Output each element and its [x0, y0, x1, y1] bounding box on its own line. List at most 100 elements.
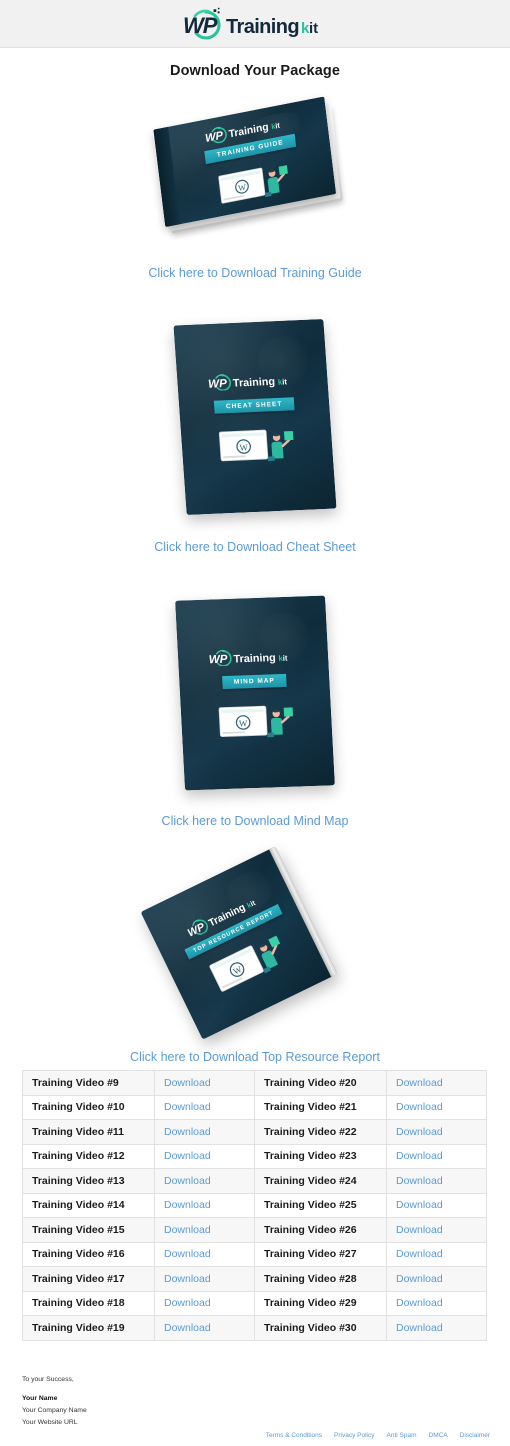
download-link[interactable]: Download — [396, 1248, 443, 1260]
svg-text:WP: WP — [185, 921, 207, 940]
video-title: Training Video #10 — [22, 1094, 155, 1120]
download-link[interactable]: Download — [396, 1126, 443, 1138]
video-download-cell: Download — [386, 1119, 487, 1145]
download-link[interactable]: Download — [164, 1175, 211, 1187]
download-link[interactable]: Download — [164, 1199, 211, 1211]
footer-link-disclaimer[interactable]: Disclaimer — [460, 1432, 490, 1439]
cover-logo: WP Training k it — [205, 369, 299, 392]
video-title: Training Video #19 — [22, 1315, 155, 1341]
video-download-cell: Download — [386, 1266, 487, 1292]
cover-badge: MIND MAP — [221, 673, 288, 689]
video-download-cell: Download — [386, 1241, 487, 1267]
download-link[interactable]: Download — [396, 1077, 443, 1089]
svg-text:Training: Training — [233, 652, 276, 665]
video-title: Training Video #13 — [22, 1168, 155, 1194]
download-link[interactable]: Download — [396, 1150, 443, 1162]
signature-greeting: To your Success, — [22, 1376, 74, 1383]
video-download-cell: Download — [154, 1217, 255, 1243]
video-title: Training Video #11 — [22, 1119, 155, 1145]
table-row: Training Video #14 Download Training Vid… — [22, 1192, 487, 1218]
video-download-cell: Download — [154, 1070, 255, 1096]
training-guide-cover-image: WP Training k it TRAINING GUIDE W — [153, 96, 355, 234]
video-title: Training Video #29 — [254, 1290, 387, 1316]
product-training-guide: WP Training k it TRAINING GUIDE W Click … — [0, 96, 510, 280]
site-header: WP Training k it — [0, 0, 510, 48]
footer-links: Terms & Conditions Privacy Policy Anti S… — [266, 1432, 490, 1439]
svg-text:it: it — [281, 377, 287, 386]
download-link[interactable]: Download — [164, 1248, 211, 1260]
table-row: Training Video #11 Download Training Vid… — [22, 1119, 487, 1145]
table-row: Training Video #16 Download Training Vid… — [22, 1241, 487, 1267]
video-download-cell: Download — [386, 1070, 487, 1096]
download-link[interactable]: Download — [164, 1224, 211, 1236]
download-link[interactable]: Download — [164, 1101, 211, 1113]
video-title: Training Video #23 — [254, 1143, 387, 1169]
video-title: Training Video #9 — [22, 1070, 155, 1096]
video-download-cell: Download — [154, 1315, 255, 1341]
video-download-cell: Download — [154, 1290, 255, 1316]
training-videos-table-body: Training Video #9 Download Training Vide… — [22, 1070, 487, 1341]
video-title: Training Video #20 — [254, 1070, 387, 1096]
product-top-resource-report: WP Training k it TOP RESOURCE REPORT W C… — [0, 846, 510, 1064]
footer-link-anti-spam[interactable]: Anti Spam — [387, 1432, 417, 1439]
footer-link-privacy[interactable]: Privacy Policy — [334, 1432, 374, 1439]
download-link[interactable]: Download — [396, 1273, 443, 1285]
download-cheat-sheet-link[interactable]: Click here to Download Cheat Sheet — [0, 540, 510, 554]
table-row: Training Video #15 Download Training Vid… — [22, 1217, 487, 1243]
signature-website: Your Website URL — [22, 1418, 78, 1426]
footer-link-dmca[interactable]: DMCA — [429, 1432, 448, 1439]
download-link[interactable]: Download — [164, 1126, 211, 1138]
video-title: Training Video #12 — [22, 1143, 155, 1169]
video-title: Training Video #24 — [254, 1168, 387, 1194]
download-link[interactable]: Download — [164, 1297, 211, 1309]
cover-logo: WP Training k it — [206, 645, 300, 667]
svg-text:it: it — [309, 20, 318, 37]
cover-badge: CHEAT SHEET — [213, 396, 295, 414]
training-videos-table-container: Training Video #9 Download Training Vide… — [22, 1070, 487, 1341]
download-link[interactable]: Download — [164, 1150, 211, 1162]
video-download-cell: Download — [154, 1168, 255, 1194]
download-link[interactable]: Download — [396, 1199, 443, 1211]
video-title: Training Video #30 — [254, 1315, 387, 1341]
table-row: Training Video #19 Download Training Vid… — [22, 1315, 487, 1341]
signature-name: Your Name — [22, 1394, 58, 1402]
video-title: Training Video #14 — [22, 1192, 155, 1218]
training-videos-table: Training Video #9 Download Training Vide… — [22, 1070, 487, 1341]
download-link[interactable]: Download — [396, 1322, 443, 1334]
footer-link-terms[interactable]: Terms & Conditions — [266, 1432, 322, 1439]
svg-text:W: W — [239, 718, 249, 728]
wp-training-kit-logo: WP Training k it — [179, 7, 331, 41]
download-top-resource-report-link[interactable]: Click here to Download Top Resource Repo… — [0, 1050, 510, 1064]
download-link[interactable]: Download — [396, 1224, 443, 1236]
svg-text:WP: WP — [183, 13, 218, 38]
product-cheat-sheet: WP Training k it CHEAT SHEET W Click her… — [0, 318, 510, 554]
video-title: Training Video #15 — [22, 1217, 155, 1243]
video-title: Training Video #16 — [22, 1241, 155, 1267]
download-link[interactable]: Download — [164, 1322, 211, 1334]
download-link[interactable]: Download — [164, 1273, 211, 1285]
svg-text:WP: WP — [208, 652, 228, 666]
table-row: Training Video #12 Download Training Vid… — [22, 1143, 487, 1169]
download-training-guide-link[interactable]: Click here to Download Training Guide — [0, 266, 510, 280]
video-download-cell: Download — [154, 1192, 255, 1218]
video-title: Training Video #21 — [254, 1094, 387, 1120]
download-link[interactable]: Download — [396, 1101, 443, 1113]
download-link[interactable]: Download — [396, 1175, 443, 1187]
cheat-sheet-cover-image: WP Training k it CHEAT SHEET W — [173, 318, 337, 516]
video-download-cell: Download — [154, 1241, 255, 1267]
video-title: Training Video #26 — [254, 1217, 387, 1243]
video-title: Training Video #22 — [254, 1119, 387, 1145]
video-title: Training Video #28 — [254, 1266, 387, 1292]
video-download-cell: Download — [386, 1315, 487, 1341]
table-row: Training Video #13 Download Training Vid… — [22, 1168, 487, 1194]
download-mind-map-link[interactable]: Click here to Download Mind Map — [0, 814, 510, 828]
cover-illustration: W — [216, 158, 293, 208]
video-download-cell: Download — [154, 1094, 255, 1120]
svg-text:WP: WP — [207, 376, 227, 390]
video-download-cell: Download — [386, 1094, 487, 1120]
svg-text:Training: Training — [232, 375, 275, 389]
download-link[interactable]: Download — [396, 1297, 443, 1309]
video-download-cell: Download — [154, 1266, 255, 1292]
download-link[interactable]: Download — [164, 1077, 211, 1089]
svg-text:it: it — [275, 121, 281, 131]
